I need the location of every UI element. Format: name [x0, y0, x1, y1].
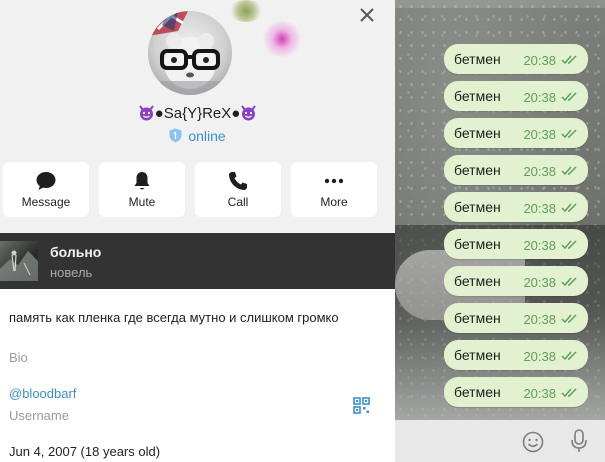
read-checkmarks-icon [561, 129, 577, 139]
action-buttons: Message Mute Call More [0, 162, 395, 217]
message-bubble[interactable]: бетмен 20:38 [444, 377, 588, 407]
album-cover-art [0, 250, 38, 281]
more-button-label: More [320, 195, 348, 209]
message-bubble[interactable]: бетмен 20:38 [444, 303, 588, 333]
read-checkmarks-icon [561, 314, 577, 324]
username-link[interactable]: @bloodbarf [9, 386, 76, 401]
message-text: бетмен [454, 384, 501, 400]
message-text: бетмен [454, 51, 501, 67]
message-bubble[interactable]: бетмен 20:38 [444, 118, 588, 148]
chat-header [395, 0, 605, 8]
emoji-icon[interactable] [522, 431, 544, 453]
profile-music[interactable]: больно новель [0, 233, 395, 289]
message-time: 20:38 [523, 312, 556, 327]
message-time: 20:38 [523, 127, 556, 142]
more-button[interactable]: More [291, 162, 377, 217]
read-checkmarks-icon [561, 166, 577, 176]
message-text: бетмен [454, 125, 501, 141]
name-suffix: ● [231, 105, 241, 122]
album-cover [0, 241, 38, 281]
chat-bubble-icon [36, 172, 56, 190]
profile-panel: ●Sa{Y}ReX● online Message Mute Call More… [0, 0, 395, 462]
sticker-icon [262, 21, 302, 57]
call-button-label: Call [227, 195, 249, 209]
message-button[interactable]: Message [3, 162, 89, 217]
read-checkmarks-icon [561, 203, 577, 213]
read-checkmarks-icon [561, 92, 577, 102]
read-checkmarks-icon [561, 351, 577, 361]
read-checkmarks-icon [561, 277, 577, 287]
message-text: бетмен [454, 199, 501, 215]
bio-label: Bio [9, 350, 28, 365]
read-checkmarks-icon [561, 55, 577, 65]
message-text: бетмен [454, 273, 501, 289]
devil-emoji-icon [241, 105, 257, 121]
message-time: 20:38 [523, 275, 556, 290]
phone-icon [229, 172, 247, 190]
bell-icon [134, 172, 150, 190]
message-time: 20:38 [523, 386, 556, 401]
username-label: Username [9, 408, 69, 423]
birthday-text: Jun 4, 2007 (18 years old) [9, 444, 161, 459]
message-time: 20:38 [523, 201, 556, 216]
message-input-bar [395, 420, 605, 462]
close-icon[interactable] [357, 5, 377, 25]
message-bubble[interactable]: бетмен 20:38 [444, 266, 588, 296]
message-bubble[interactable]: бетмен 20:38 [444, 155, 588, 185]
message-bubble[interactable]: бетмен 20:38 [444, 229, 588, 259]
name-text: Sa{Y}ReX [163, 105, 232, 122]
qr-code-icon[interactable] [353, 397, 370, 414]
avatar[interactable] [148, 11, 232, 95]
mute-button[interactable]: Mute [99, 162, 185, 217]
message-time: 20:38 [523, 349, 556, 364]
profile-header: ●Sa{Y}ReX● online Message Mute Call More [0, 0, 395, 233]
music-title: больно [50, 244, 102, 260]
avatar-image [148, 11, 220, 95]
devil-emoji-icon [138, 105, 154, 121]
message-time: 20:38 [523, 90, 556, 105]
message-text: бетмен [454, 347, 501, 363]
message-bubble[interactable]: бетмен 20:38 [444, 44, 588, 74]
read-checkmarks-icon [561, 240, 577, 250]
message-button-label: Message [21, 195, 71, 209]
more-dots-icon [324, 178, 344, 184]
name-prefix: ● [154, 105, 164, 122]
online-status: online [0, 128, 395, 144]
profile-name: ●Sa{Y}ReX● [0, 104, 395, 122]
status-text: online [188, 128, 226, 144]
microphone-icon[interactable] [570, 429, 588, 453]
sticker-icon [229, 0, 263, 22]
message-time: 20:38 [523, 238, 556, 253]
bio-text: память как пленка где всегда мутно и сли… [9, 310, 339, 325]
message-bubble[interactable]: бетмен 20:38 [444, 340, 588, 370]
chat-area: бетмен 20:38 бетмен 20:38 бетмен 20:38 б… [395, 0, 605, 462]
message-bubble[interactable]: бетмен 20:38 [444, 81, 588, 111]
message-list: бетмен 20:38 бетмен 20:38 бетмен 20:38 б… [444, 44, 588, 414]
message-text: бетмен [454, 310, 501, 326]
mute-button-label: Mute [128, 195, 156, 209]
call-button[interactable]: Call [195, 162, 281, 217]
shield-icon [169, 128, 182, 143]
message-time: 20:38 [523, 53, 556, 68]
message-time: 20:38 [523, 164, 556, 179]
music-artist: новель [50, 265, 93, 280]
message-text: бетмен [454, 88, 501, 104]
message-text: бетмен [454, 236, 501, 252]
message-bubble[interactable]: бетмен 20:38 [444, 192, 588, 222]
message-text: бетмен [454, 162, 501, 178]
read-checkmarks-icon [561, 388, 577, 398]
